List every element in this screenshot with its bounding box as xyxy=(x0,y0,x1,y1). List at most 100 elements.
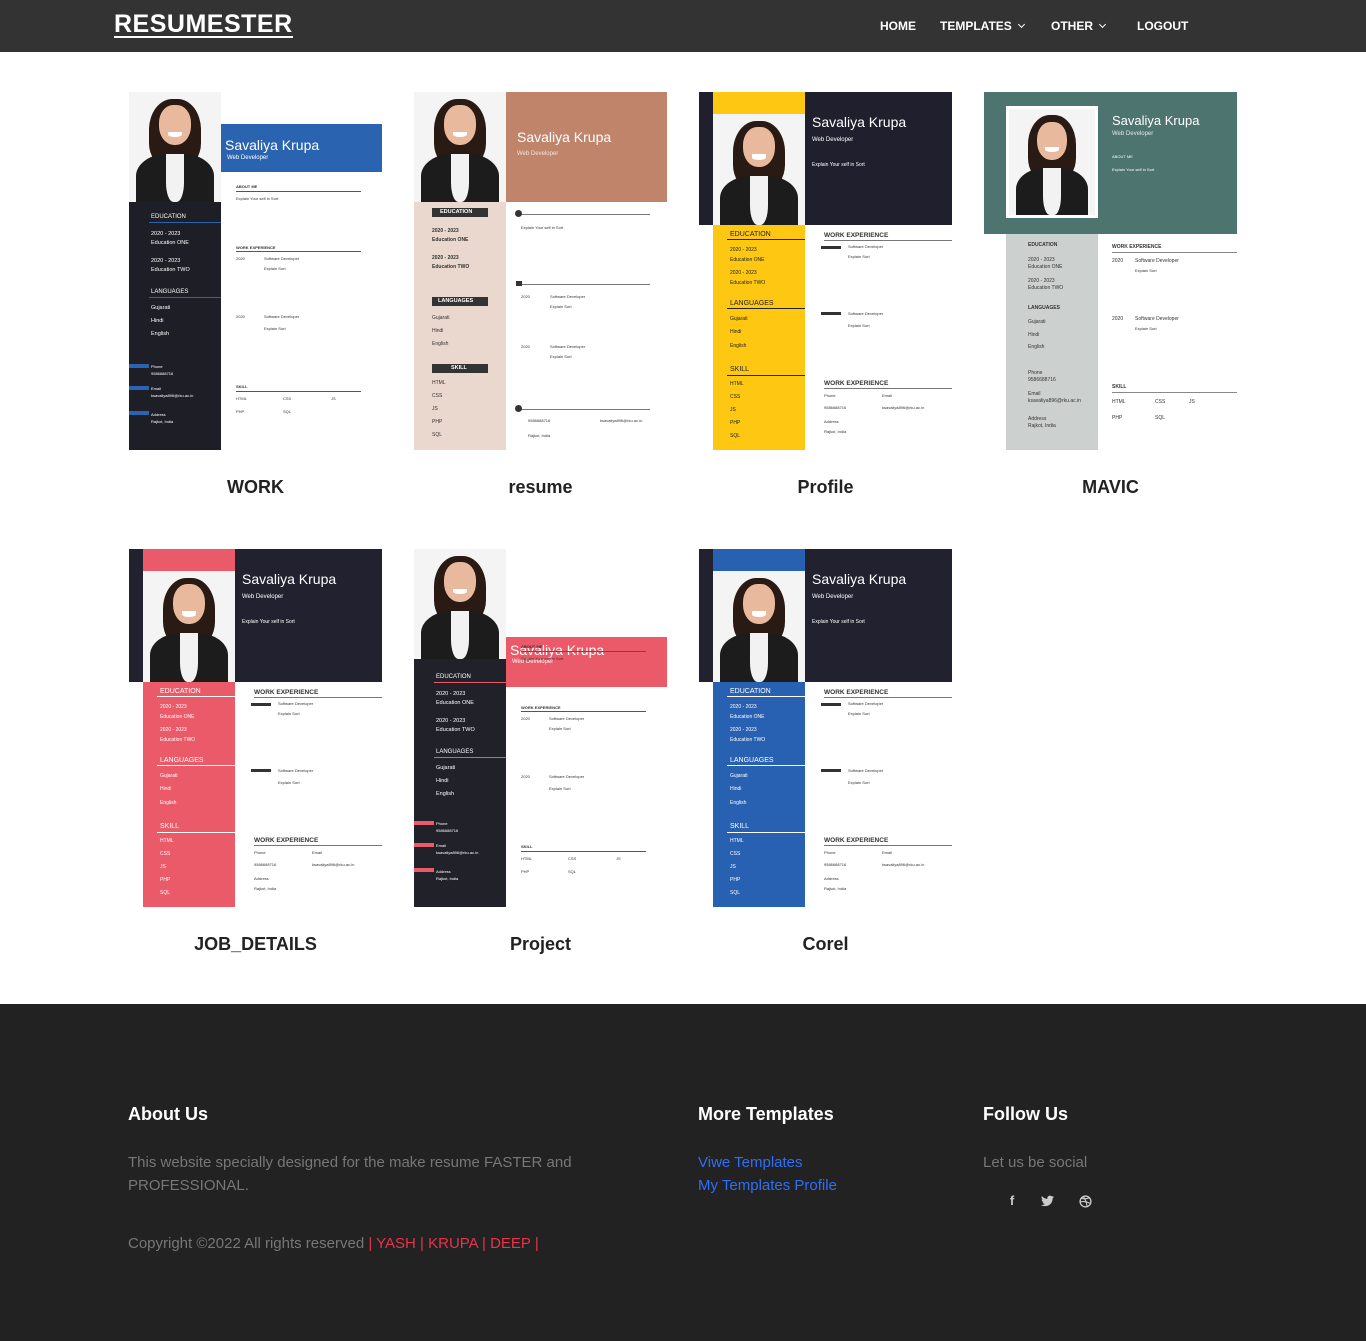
work-year: 2020 xyxy=(521,716,530,721)
skill-heading: SKILL xyxy=(521,844,533,849)
template-title[interactable]: Profile xyxy=(699,477,952,498)
work-heading: WORK EXPERIENCE xyxy=(254,837,319,844)
view-templates-link[interactable]: Viwe Templates xyxy=(698,1151,803,1174)
twitter-icon[interactable] xyxy=(1039,1193,1055,1209)
job-title: Software Developer xyxy=(848,311,884,316)
skill-item: CSS xyxy=(730,394,741,400)
edu-name: Education TWO xyxy=(730,737,766,743)
address: Rajkot, India xyxy=(1028,423,1056,429)
nav-templates-label: TEMPLATES xyxy=(940,19,1012,33)
template-thumbnail[interactable]: Savaliya Krupa Web Developer EDUCATION 2020… xyxy=(414,92,667,450)
work-year: 2020 xyxy=(521,294,530,299)
divider xyxy=(1112,392,1237,393)
languages-heading: LANGUAGES xyxy=(151,289,189,295)
nav-logout[interactable]: LOGOUT xyxy=(1137,19,1188,33)
email: ksavaliya896@rku.ac.in xyxy=(151,393,194,398)
skill-item: PHP xyxy=(236,409,245,414)
job-desc: Explain Sort xyxy=(1135,268,1157,273)
skill-item: PHP xyxy=(521,869,530,874)
language: Gujarati xyxy=(151,305,171,311)
language: Hindi xyxy=(432,328,444,334)
job-title: Software Developer xyxy=(848,701,884,706)
user-icon xyxy=(515,405,522,412)
template-title[interactable]: Project xyxy=(414,934,667,955)
job-desc: Explain Sort xyxy=(549,786,571,791)
resume-about: Explain Your self in Sort xyxy=(242,619,295,625)
skill-item: PHP xyxy=(160,877,171,883)
copyright: Copyright ©2022 All rights reserved | YA… xyxy=(128,1232,539,1255)
my-templates-profile-link[interactable]: My Templates Profile xyxy=(698,1174,837,1197)
work-year: 2020 xyxy=(236,256,245,261)
divider xyxy=(149,297,221,298)
edu-year: 2020 - 2023 xyxy=(730,270,757,276)
work-year: 2020 xyxy=(1112,258,1124,264)
divider xyxy=(1112,252,1237,253)
resume-about: Explain Your self in Sort xyxy=(812,162,865,168)
job-title: Software Developer xyxy=(264,256,300,261)
site-logo[interactable]: RESUMESTER xyxy=(114,12,293,38)
divider xyxy=(824,388,952,389)
edu-year: 2020 - 2023 xyxy=(730,704,757,710)
address: Rajkot, India xyxy=(824,886,847,891)
edu-name: Education ONE xyxy=(151,240,189,246)
job-desc: Explain Sort xyxy=(848,323,870,328)
divider xyxy=(236,191,361,192)
languages-heading: LANGUAGES xyxy=(1028,305,1060,311)
job-desc: Explain Sort xyxy=(848,254,870,259)
language: Gujarati xyxy=(730,316,748,322)
template-thumbnail[interactable]: Savaliya Krupa Web Developer ABOUT ME Expla… xyxy=(984,92,1237,450)
edu-name: Education TWO xyxy=(432,264,470,270)
template-thumbnail[interactable]: Savaliya Krupa Web Developer ABOUT ME Expla… xyxy=(414,549,667,907)
template-title[interactable]: Corel xyxy=(699,934,952,955)
divider xyxy=(149,222,221,223)
nav-home[interactable]: HOME xyxy=(880,19,916,33)
resume-role: Web Developer xyxy=(242,594,284,600)
footer: About Us This website specially designed… xyxy=(0,1004,1366,1341)
edu-name: Education ONE xyxy=(730,257,765,263)
edu-name: Education ONE xyxy=(432,237,469,243)
job-desc: Explain Sort xyxy=(848,780,870,785)
facebook-icon[interactable]: f xyxy=(1004,1193,1020,1209)
contact-marker xyxy=(414,868,434,872)
skill-item: HTML xyxy=(236,396,247,401)
template-title[interactable]: resume xyxy=(414,477,667,498)
skill-heading: SKILL xyxy=(451,365,467,371)
nav-templates[interactable]: TEMPLATES xyxy=(940,19,1025,33)
more-templates-title: More Templates xyxy=(698,1104,834,1124)
skill-heading: SKILL xyxy=(160,823,180,830)
edu-name: Education ONE xyxy=(436,700,474,706)
about-text: Explain Your self in Sort xyxy=(521,656,564,661)
skill-item: JS xyxy=(730,864,736,870)
about-me-heading: ABOUT ME xyxy=(521,644,543,649)
template-title[interactable]: MAVIC xyxy=(984,477,1237,498)
language: Hindi xyxy=(730,329,742,335)
divider xyxy=(727,239,805,240)
address: Rajkot, India xyxy=(151,419,174,424)
job-title: Software Developer xyxy=(278,701,314,706)
work-heading: WORK EXPERIENCE xyxy=(1112,244,1162,250)
email-label: Email xyxy=(151,386,162,391)
dribbble-icon[interactable] xyxy=(1077,1193,1093,1209)
edu-year: 2020 - 2023 xyxy=(1028,257,1055,263)
language: Hindi xyxy=(1028,332,1040,338)
education-heading: EDUCATION xyxy=(151,214,186,220)
email-label: Email xyxy=(1028,391,1041,397)
resume-role: Web Developer xyxy=(812,137,854,143)
template-title[interactable]: WORK xyxy=(129,477,382,498)
template-title[interactable]: JOB_DETAILS xyxy=(129,934,382,955)
divider xyxy=(157,765,235,766)
phone-label: Phone xyxy=(254,850,266,855)
email: ksavaliya896@rku.ac.in xyxy=(1028,398,1081,404)
edu-year: 2020 - 2023 xyxy=(151,258,181,264)
template-thumbnail[interactable]: Savaliya Krupa Web Developer Explain Your … xyxy=(129,549,382,907)
about-text: Explain Your self in Sort xyxy=(1112,167,1155,172)
briefcase-icon xyxy=(516,281,522,286)
phone-label: Phone xyxy=(1028,370,1043,376)
template-thumbnail[interactable]: Savaliya Krupa Web Developer Explain Your … xyxy=(699,549,952,907)
template-thumbnail[interactable]: Savaliya Krupa Web Developer Explain Your … xyxy=(699,92,952,450)
divider xyxy=(727,308,805,309)
job-title: Software Developer xyxy=(278,768,314,773)
divider xyxy=(727,832,805,833)
template-thumbnail[interactable]: Savaliya Krupa Web Developer ABOUT ME Expla… xyxy=(129,92,382,450)
nav-other[interactable]: OTHER xyxy=(1051,19,1107,33)
